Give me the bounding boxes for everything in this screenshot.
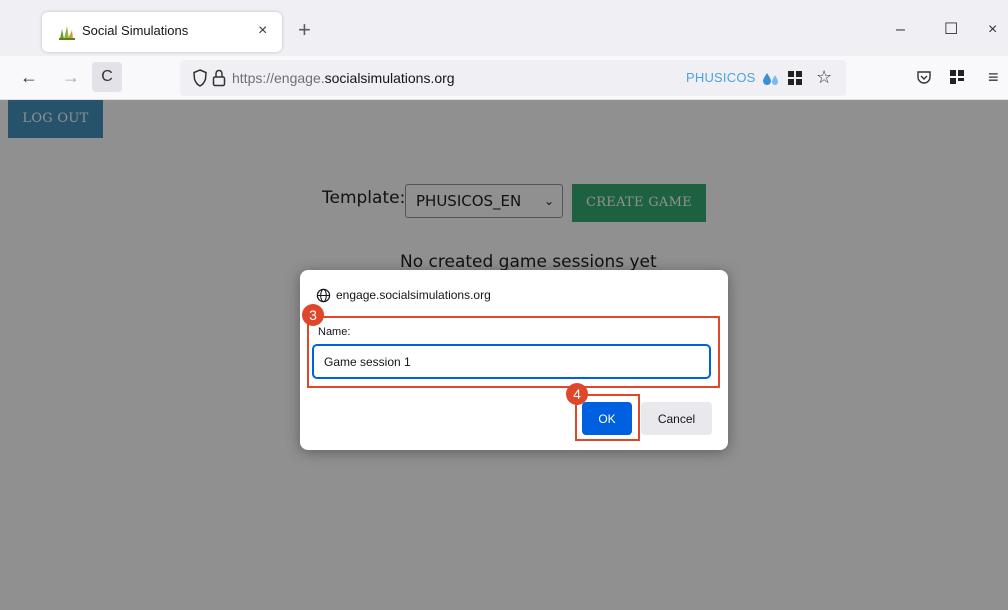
close-window-icon[interactable]: × (988, 20, 997, 40)
extensions-icon[interactable] (950, 70, 964, 84)
step4-badge: 4 (566, 383, 588, 405)
dialog-origin: engage.socialsimulations.org (336, 288, 491, 302)
url-text: https://engage.socialsimulations.org (232, 70, 455, 86)
grass-favicon-icon (59, 26, 75, 40)
bookmark-star-icon[interactable]: ☆ (816, 66, 832, 88)
url-bar[interactable]: https://engage.socialsimulations.org PHU… (180, 60, 846, 96)
hamburger-menu-icon[interactable]: ≡ (988, 66, 999, 88)
url-prefix: https://engage. (232, 70, 325, 86)
water-drops-icon[interactable] (762, 71, 780, 87)
qr-grid-icon[interactable] (788, 71, 802, 85)
globe-icon (316, 288, 331, 303)
tab-strip: Social Simulations × + – ☐ × (0, 0, 1008, 56)
navigation-toolbar: ← → C https://engage.socialsimulations.o… (0, 56, 1008, 100)
pocket-icon[interactable] (916, 69, 932, 85)
browser-tab-social-simulations[interactable]: Social Simulations × (42, 12, 282, 52)
step3-badge: 3 (302, 304, 324, 326)
tab-title: Social Simulations (82, 23, 189, 38)
step3-highlight-box (307, 316, 720, 388)
reload-icon[interactable]: C (92, 62, 122, 92)
new-tab-icon[interactable]: + (298, 19, 311, 41)
back-icon[interactable]: ← (20, 66, 38, 88)
forward-icon[interactable]: → (62, 66, 80, 88)
minimize-icon[interactable]: – (896, 20, 905, 40)
tracking-shield-icon[interactable] (192, 68, 208, 88)
maximize-icon[interactable]: ☐ (944, 20, 958, 40)
phusicos-extension-label[interactable]: PHUSICOS (686, 70, 756, 85)
url-domain: socialsimulations.org (324, 70, 455, 86)
tab-close-icon[interactable]: × (258, 21, 267, 41)
cancel-button[interactable]: Cancel (641, 402, 712, 435)
lock-icon[interactable] (212, 69, 226, 87)
